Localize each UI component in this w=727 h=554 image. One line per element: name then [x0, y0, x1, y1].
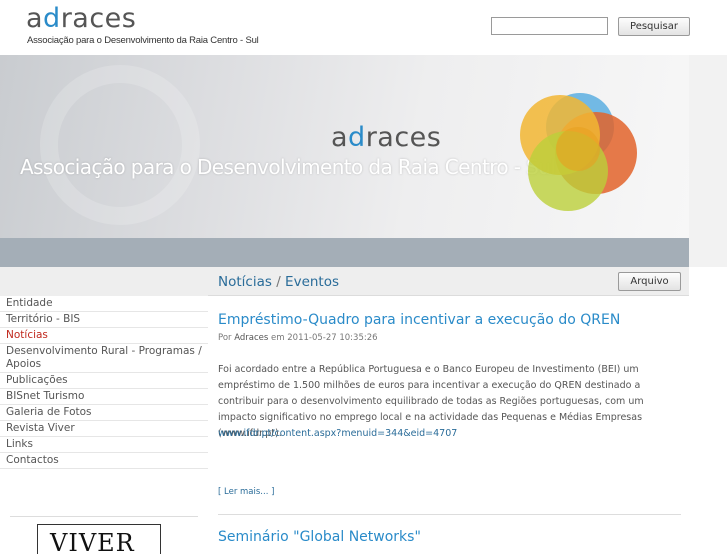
banner-logo-d: d	[348, 122, 366, 153]
logo-text-d: d	[43, 3, 61, 34]
banner-logo-races: races	[365, 122, 442, 153]
sidebar-item-links[interactable]: Links	[0, 437, 208, 453]
banner-footer-bar	[0, 238, 689, 267]
logo-text-a: a	[26, 3, 44, 34]
post-title[interactable]: Empréstimo-Quadro para incentivar a exec…	[218, 312, 620, 328]
circles-logo-graphic	[520, 93, 637, 211]
banner-subtitle: Associação para o Desenvolvimento da Rai…	[20, 155, 556, 179]
post-date: 2011-05-27 10:35:26	[287, 333, 378, 343]
site-logo[interactable]: adraces	[26, 3, 136, 35]
post-external-link[interactable]: www.ifdr.pt/content.aspx?menuid=344&eid=…	[218, 428, 457, 439]
logo-subtitle: Associação para o Desenvolvimento da Rai…	[27, 35, 259, 46]
search-input[interactable]	[491, 17, 608, 35]
section-title-slash: /	[276, 274, 281, 290]
section-title-eventos: Eventos	[285, 274, 340, 290]
search-button[interactable]: Pesquisar	[618, 17, 690, 36]
sidebar-item-entidade[interactable]: Entidade	[0, 296, 208, 312]
read-more-link[interactable]: [ Ler mais... ]	[218, 487, 274, 497]
post-title[interactable]: Seminário "Global Networks"	[218, 529, 421, 545]
logo-text-races: races	[60, 3, 137, 34]
hero-banner: adraces Associação para o Desenvolviment…	[0, 55, 689, 238]
sidebar-item-desenvolvimento-rural[interactable]: Desenvolvimento Rural - Programas / Apoi…	[0, 344, 208, 373]
sidebar-item-publicacoes[interactable]: Publicações	[0, 373, 208, 389]
post-divider	[218, 514, 681, 515]
post-meta-by: Por	[218, 333, 232, 343]
main-content: Notícias / Eventos Arquivo Empréstimo-Qu…	[208, 267, 689, 545]
sidebar-item-noticias[interactable]: Notícias	[0, 328, 208, 344]
banner-watermark-graphic	[40, 65, 200, 225]
sidebar-item-revista-viver[interactable]: Revista Viver	[0, 421, 208, 437]
post-meta: Por Adraces em 2011-05-27 10:35:26	[218, 333, 378, 343]
banner-logo-a: a	[331, 122, 349, 153]
sidebar-item-territorio-bis[interactable]: Território - BIS	[0, 312, 208, 328]
section-header: Notícias / Eventos Arquivo	[208, 267, 689, 296]
post-meta-on: em	[271, 333, 285, 343]
sidebar-item-galeria-fotos[interactable]: Galeria de Fotos	[0, 405, 208, 421]
site-header: adraces Associação para o Desenvolviment…	[0, 0, 727, 55]
banner-edge	[689, 55, 727, 267]
section-title: Notícias / Eventos	[218, 274, 339, 290]
post-author: Adraces	[234, 333, 269, 343]
archive-button[interactable]: Arquivo	[618, 272, 681, 291]
sidebar: Entidade Território - BIS Notícias Desen…	[0, 267, 208, 554]
sidebar-nav: Entidade Território - BIS Notícias Desen…	[0, 296, 208, 469]
sidebar-item-bisnet-turismo[interactable]: BISnet Turismo	[0, 389, 208, 405]
banner-logo: adraces	[331, 122, 441, 154]
viver-banner-text: VIVER	[50, 529, 135, 554]
sidebar-item-contactos[interactable]: Contactos	[0, 453, 208, 469]
viver-magazine-banner[interactable]: VIVER	[37, 524, 161, 554]
sidebar-divider	[10, 516, 198, 517]
sidebar-header	[0, 267, 208, 296]
section-title-noticias: Notícias	[218, 274, 272, 290]
